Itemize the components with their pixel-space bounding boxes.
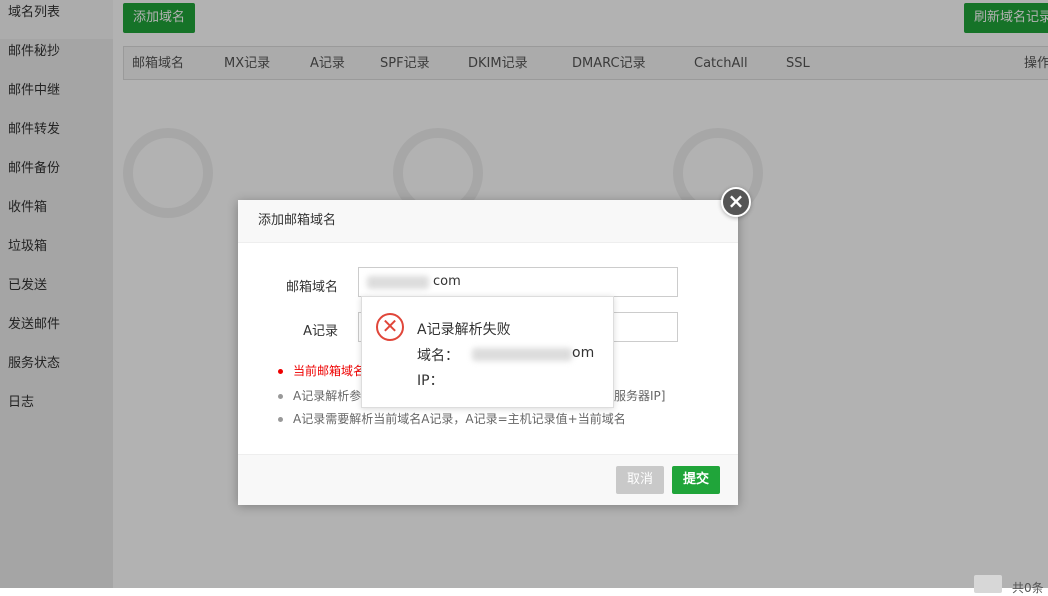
pager-current-page[interactable]: [974, 575, 1002, 593]
tip-a-record-ref: A记录解析参: [278, 387, 361, 404]
a-record-field-label: A记录: [303, 324, 338, 339]
tip-warning: 当前邮箱域名: [278, 362, 365, 379]
domain-input[interactable]: com: [358, 267, 678, 297]
tip-server-ip: 服务器IP]: [614, 389, 666, 403]
dialog-title: 添加邮箱域名: [238, 200, 738, 243]
bullet-dot: [278, 417, 283, 422]
tip-a-record-rule: A记录需要解析当前域名A记录，A记录=主机记录值+当前域名: [278, 410, 626, 427]
error-domain-label: 域名：: [417, 348, 459, 364]
bullet-dot: [278, 369, 283, 374]
error-ip-label: IP：: [417, 373, 444, 389]
domain-input-suffix: com: [433, 274, 461, 289]
tip-text: 当前邮箱域名: [293, 364, 366, 378]
tip-text: A记录需要解析当前域名A记录，A记录=主机记录值+当前域名: [293, 412, 626, 426]
close-icon[interactable]: ×: [721, 187, 751, 217]
a-record-error-popup: ✕ A记录解析失败 域名： om IP：: [361, 296, 614, 408]
tip-text: A记录解析参: [293, 389, 362, 403]
dialog-footer: 取消 提交: [238, 454, 738, 505]
cancel-button[interactable]: 取消: [616, 466, 664, 494]
error-icon: ✕: [376, 313, 404, 341]
error-domain-suffix: om: [572, 345, 595, 361]
error-title: A记录解析失败: [417, 322, 511, 338]
submit-button[interactable]: 提交: [672, 466, 720, 494]
domain-field-label: 邮箱域名: [285, 280, 338, 295]
redacted-domain-text: [472, 348, 572, 361]
bullet-dot: [278, 394, 283, 399]
redacted-domain-text: [367, 276, 429, 289]
